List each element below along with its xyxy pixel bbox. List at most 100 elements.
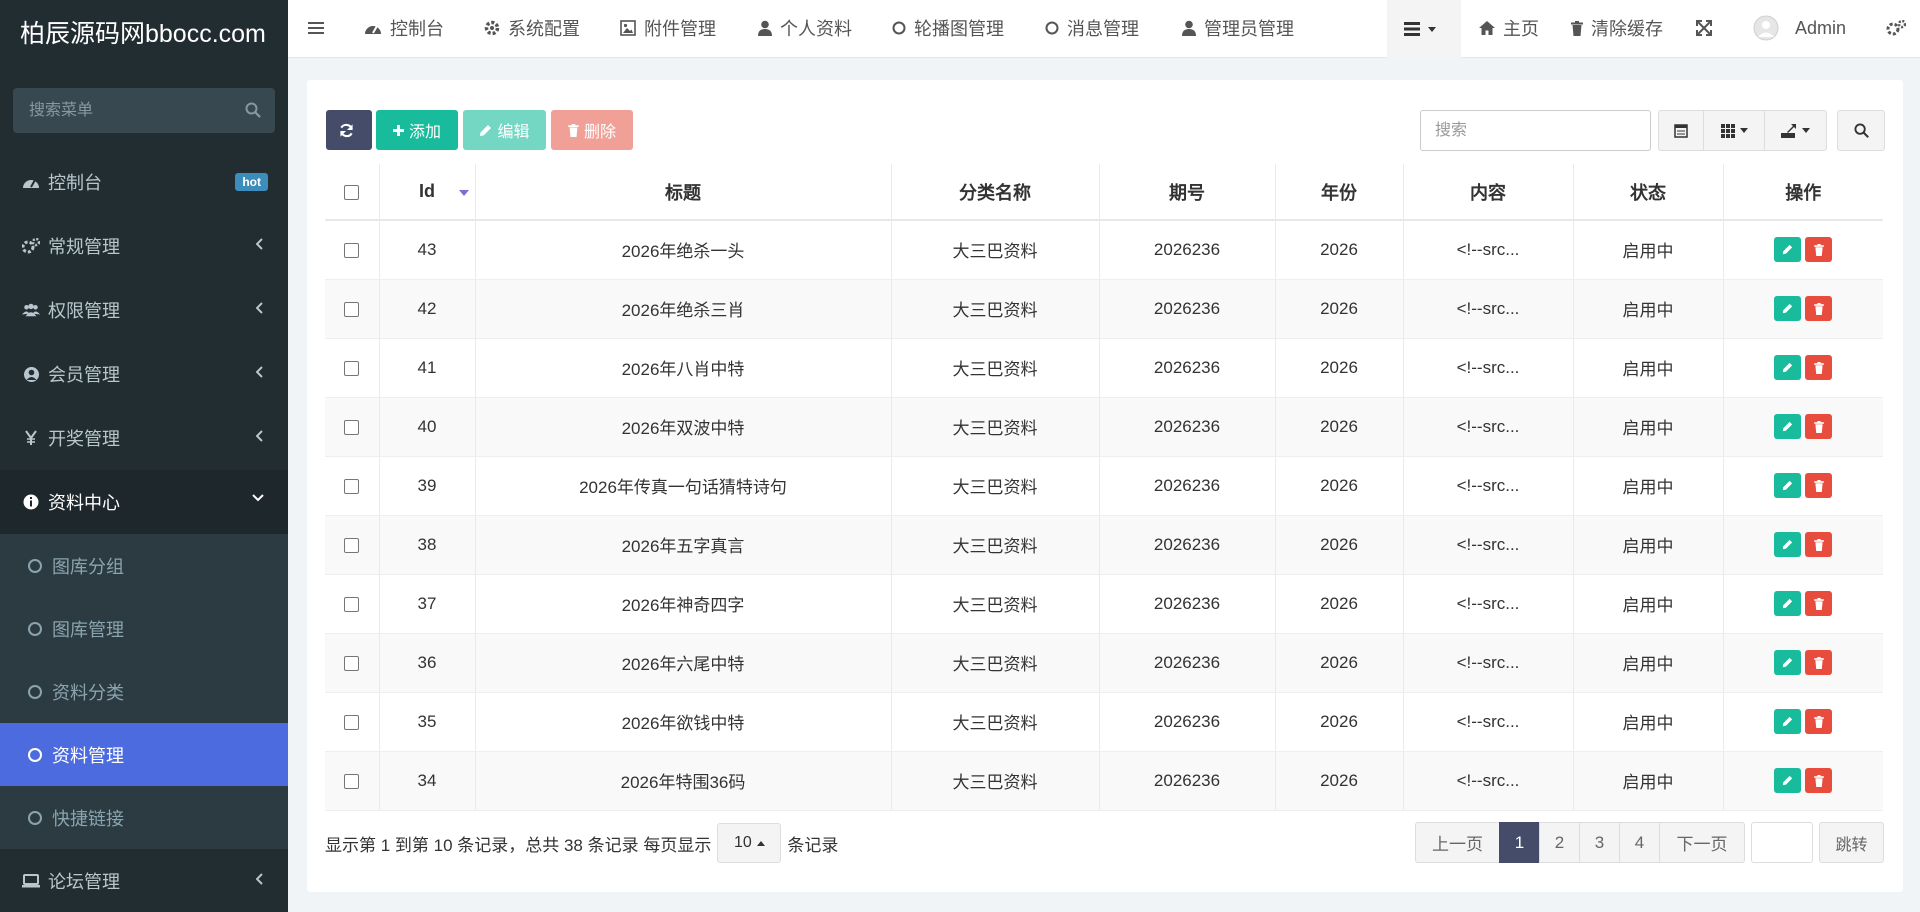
page-button[interactable]: 2 [1539, 822, 1580, 863]
row-checkbox[interactable] [344, 596, 360, 612]
row-checkbox[interactable] [344, 419, 360, 435]
settings-button[interactable] [1886, 0, 1914, 56]
table-row[interactable]: 39 2026年传真一句话猜特诗句 大三巴资料 2026236 2026 <!--src.… [325, 456, 1883, 516]
add-button[interactable]: 添加 [376, 110, 458, 150]
tab-dashboard[interactable]: 控制台 [364, 0, 444, 56]
sidebar-item-general[interactable]: 常规管理 [0, 214, 288, 278]
page-button[interactable]: 1 [1499, 822, 1540, 863]
table-row[interactable]: 40 2026年双波中特 大三巴资料 2026236 2026 <!--src... 启用中 [325, 397, 1883, 457]
status-label[interactable]: 启用中 [1573, 515, 1724, 575]
sidebar-item-data-center[interactable]: 资料中心 [0, 470, 288, 534]
row-delete-button[interactable] [1805, 296, 1833, 321]
sidebar-subitem-gallery[interactable]: 图库管理 [0, 597, 288, 660]
row-checkbox[interactable] [344, 655, 360, 671]
status-label[interactable]: 启用中 [1573, 338, 1724, 398]
row-edit-button[interactable] [1774, 237, 1802, 263]
sidebar-item-lottery[interactable]: 开奖管理 [0, 406, 288, 470]
status-label[interactable]: 启用中 [1573, 692, 1724, 752]
next-page-button[interactable]: 下一页 [1659, 822, 1745, 863]
sidebar-item-dashboard[interactable]: 控制台 hot [0, 150, 288, 214]
tab-system-config[interactable]: 系统配置 [484, 0, 580, 56]
tabs-dropdown-button[interactable] [1387, 0, 1461, 58]
table-row[interactable]: 34 2026年特围36码 大三巴资料 2026236 2026 <!--src... 启用… [325, 751, 1883, 811]
status-label[interactable]: 启用中 [1573, 574, 1724, 634]
select-all-checkbox[interactable] [344, 184, 360, 200]
row-checkbox[interactable] [344, 478, 360, 494]
fullscreen-button[interactable] [1696, 0, 1720, 56]
export-dropdown-button[interactable] [1764, 110, 1827, 151]
row-edit-button[interactable] [1774, 768, 1802, 793]
toggle-view-button[interactable] [1658, 110, 1704, 151]
clear-cache-button[interactable]: 清除缓存 [1571, 0, 1663, 56]
refresh-button[interactable] [326, 110, 372, 150]
sidebar-item-label: 控制台 [48, 173, 102, 193]
table-row[interactable]: 42 2026年绝杀三肖 大三巴资料 2026236 2026 <!--src... 启用中 [325, 279, 1883, 339]
tab-admins[interactable]: 管理员管理 [1182, 0, 1294, 56]
sidebar-toggle-button[interactable] [308, 0, 332, 56]
row-delete-button[interactable] [1805, 355, 1833, 380]
sidebar-subitem-category[interactable]: 资料分类 [0, 660, 288, 723]
tab-messages[interactable]: 消息管理 [1045, 0, 1139, 56]
edit-button[interactable]: 编辑 [463, 110, 546, 150]
page-button[interactable]: 3 [1579, 822, 1620, 863]
table-row[interactable]: 36 2026年六尾中特 大三巴资料 2026236 2026 <!--src... 启用中 [325, 633, 1883, 693]
tab-profile[interactable]: 个人资料 [758, 0, 852, 56]
status-label[interactable]: 启用中 [1573, 279, 1724, 339]
page-button[interactable]: 4 [1619, 822, 1660, 863]
row-edit-button[interactable] [1774, 532, 1802, 557]
page-jump-button[interactable]: 跳转 [1819, 822, 1884, 863]
sidebar-item-permission[interactable]: 权限管理 [0, 278, 288, 342]
row-checkbox[interactable] [344, 537, 360, 553]
table-search-button[interactable] [1837, 110, 1885, 151]
table-row[interactable]: 37 2026年神奇四字 大三巴资料 2026236 2026 <!--src... 启用中 [325, 574, 1883, 634]
row-edit-button[interactable] [1774, 473, 1802, 498]
row-delete-button[interactable] [1805, 414, 1833, 439]
row-delete-button[interactable] [1805, 650, 1833, 675]
row-delete-button[interactable] [1805, 473, 1833, 498]
row-edit-button[interactable] [1774, 414, 1802, 439]
row-checkbox[interactable] [344, 714, 360, 730]
row-checkbox[interactable] [344, 242, 360, 258]
row-checkbox[interactable] [344, 301, 360, 317]
status-label[interactable]: 启用中 [1573, 751, 1724, 811]
table-row[interactable]: 43 2026年绝杀一头 大三巴资料 2026236 2026 <!--src... 启用中 [325, 220, 1883, 280]
sidebar-subitem-data-manage[interactable]: 资料管理 [0, 723, 288, 786]
tab-attachments[interactable]: 附件管理 [620, 0, 716, 56]
home-link[interactable]: 主页 [1479, 0, 1539, 56]
tab-carousel[interactable]: 轮播图管理 [892, 0, 1004, 56]
row-delete-button[interactable] [1805, 591, 1833, 616]
column-header-id[interactable]: Id [379, 164, 476, 221]
row-edit-button[interactable] [1774, 591, 1802, 616]
page-size-dropdown[interactable]: 10 [717, 823, 782, 863]
row-edit-button[interactable] [1774, 355, 1802, 380]
sidebar-subitem-gallery-group[interactable]: 图库分组 [0, 534, 288, 597]
prev-page-button[interactable]: 上一页 [1415, 822, 1500, 863]
table-search-input[interactable] [1420, 110, 1651, 151]
row-delete-button[interactable] [1805, 768, 1833, 793]
page-jump-input[interactable] [1751, 822, 1813, 863]
row-edit-button[interactable] [1774, 650, 1802, 675]
row-checkbox[interactable] [344, 773, 360, 789]
delete-button[interactable]: 删除 [551, 110, 633, 150]
search-icon[interactable] [245, 102, 261, 118]
status-label[interactable]: 启用中 [1573, 220, 1724, 280]
table-row[interactable]: 35 2026年欲钱中特 大三巴资料 2026236 2026 <!--src... 启用中 [325, 692, 1883, 752]
table-row[interactable]: 41 2026年八肖中特 大三巴资料 2026236 2026 <!--src... 启用中 [325, 338, 1883, 398]
row-checkbox[interactable] [344, 360, 360, 376]
row-delete-button[interactable] [1805, 532, 1833, 557]
status-label[interactable]: 启用中 [1573, 397, 1724, 457]
sidebar-subitem-shortcut[interactable]: 快捷链接 [0, 786, 288, 849]
row-edit-button[interactable] [1774, 296, 1802, 321]
row-delete-button[interactable] [1805, 237, 1833, 263]
columns-dropdown-button[interactable] [1703, 110, 1765, 151]
row-delete-button[interactable] [1805, 709, 1833, 734]
menu-search-input[interactable] [13, 88, 233, 133]
logo[interactable]: 柏辰源码网bbocc.com [0, 0, 288, 60]
status-label[interactable]: 启用中 [1573, 633, 1724, 693]
table-row[interactable]: 38 2026年五字真言 大三巴资料 2026236 2026 <!--src... 启用中 [325, 515, 1883, 575]
status-label[interactable]: 启用中 [1573, 456, 1724, 516]
row-edit-button[interactable] [1774, 709, 1802, 734]
user-menu[interactable]: Admin [1753, 0, 1846, 56]
sidebar-item-forum[interactable]: 论坛管理 [0, 849, 288, 912]
sidebar-item-member[interactable]: 会员管理 [0, 342, 288, 406]
